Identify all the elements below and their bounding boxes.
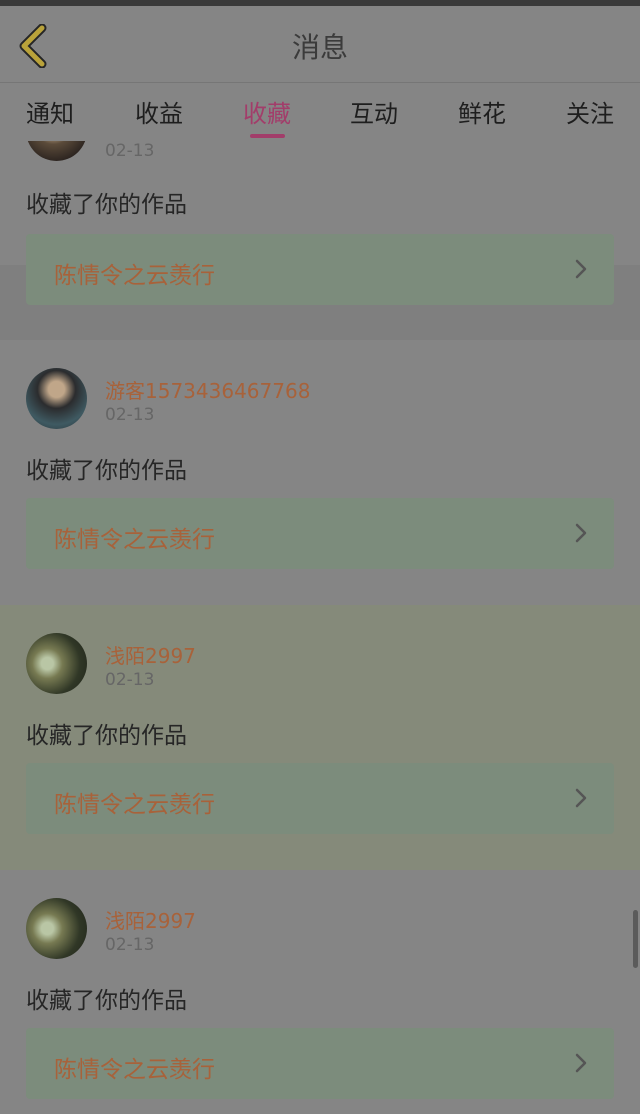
- tab-interactions[interactable]: 互动: [350, 94, 398, 129]
- item-message: 收藏了你的作品: [26, 192, 187, 218]
- tab-notifications[interactable]: 通知: [26, 94, 74, 129]
- chevron-right-icon: [575, 259, 587, 279]
- avatar[interactable]: [26, 633, 87, 694]
- work-title: 陈情令之云羡行: [54, 527, 215, 553]
- item-date: 02-13: [105, 670, 155, 690]
- chevron-right-icon: [575, 1053, 587, 1073]
- item-date: 02-13: [105, 935, 155, 955]
- list-item: 浅陌2997 02-13 收藏了你的作品 陈情令之云羡行: [0, 870, 640, 1114]
- message-list[interactable]: 02-13 收藏了你的作品 陈情令之云羡行 游客1573436467768 02…: [0, 141, 640, 1114]
- work-title: 陈情令之云羡行: [54, 263, 215, 289]
- header: 消息: [0, 6, 640, 83]
- tab-bar: 通知 收益 收藏 互动 鲜花 关注: [0, 83, 640, 141]
- work-title: 陈情令之云羡行: [54, 792, 215, 818]
- user-name[interactable]: 浅陌2997: [105, 640, 196, 669]
- work-card[interactable]: 陈情令之云羡行: [26, 763, 614, 834]
- user-name[interactable]: 游客1573436467768: [105, 375, 310, 404]
- user-name[interactable]: 浅陌2997: [105, 905, 196, 934]
- item-date: 02-13: [105, 141, 155, 161]
- tab-favorites[interactable]: 收藏: [243, 94, 291, 129]
- item-message: 收藏了你的作品: [26, 458, 187, 484]
- avatar[interactable]: [26, 141, 87, 161]
- tab-flowers[interactable]: 鲜花: [458, 94, 506, 129]
- list-item: 浅陌2997 02-13 收藏了你的作品 陈情令之云羡行: [0, 605, 640, 870]
- work-card[interactable]: 陈情令之云羡行: [26, 234, 614, 305]
- avatar[interactable]: [26, 368, 87, 429]
- chevron-right-icon: [575, 523, 587, 543]
- page-title: 消息: [291, 31, 348, 64]
- active-tab-indicator: [250, 134, 285, 138]
- tab-following[interactable]: 关注: [566, 94, 614, 129]
- tab-earnings[interactable]: 收益: [135, 94, 183, 129]
- item-message: 收藏了你的作品: [26, 988, 187, 1014]
- avatar[interactable]: [26, 898, 87, 959]
- work-title: 陈情令之云羡行: [54, 1057, 215, 1083]
- scrollbar[interactable]: [633, 910, 638, 968]
- list-item: 02-13 收藏了你的作品 陈情令之云羡行: [0, 141, 640, 305]
- work-card[interactable]: 陈情令之云羡行: [26, 498, 614, 569]
- item-date: 02-13: [105, 405, 155, 425]
- list-item: 游客1573436467768 02-13 收藏了你的作品 陈情令之云羡行: [0, 340, 640, 605]
- item-message: 收藏了你的作品: [26, 723, 187, 749]
- chevron-right-icon: [575, 788, 587, 808]
- work-card[interactable]: 陈情令之云羡行: [26, 1028, 614, 1099]
